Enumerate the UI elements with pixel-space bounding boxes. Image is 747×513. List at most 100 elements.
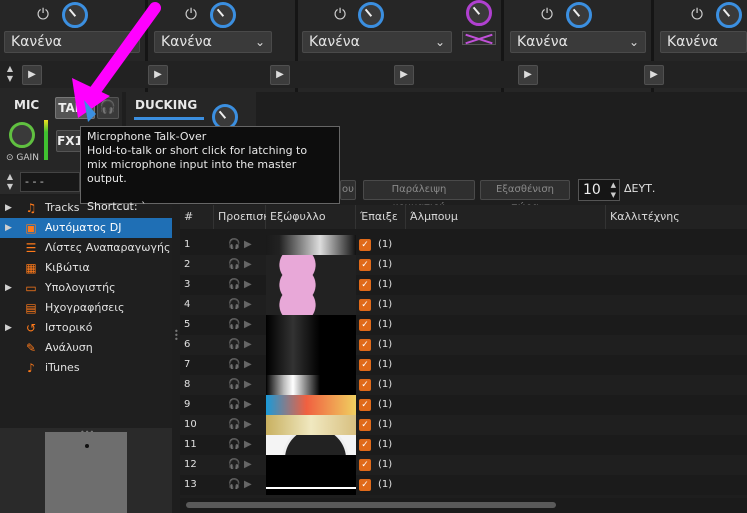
sidebar-item[interactable]: ♪ iTunes: [0, 358, 172, 378]
played-checkbox[interactable]: ✓: [359, 479, 371, 491]
preview-headphones-icon[interactable]: 🎧: [228, 275, 240, 295]
preview-play-icon[interactable]: ▶: [244, 415, 252, 435]
table-row[interactable]: 12 🎧 ▶ ✓ (1): [180, 455, 747, 475]
effect-knob[interactable]: [358, 2, 384, 28]
played-checkbox[interactable]: ✓: [359, 359, 371, 371]
expand-arrow-icon[interactable]: ▶: [5, 318, 12, 338]
fade-now-button[interactable]: Εξασθένιση τώρα: [480, 180, 570, 213]
effect-select[interactable]: Κανένα ⌄: [302, 31, 452, 53]
table-row[interactable]: 5 🎧 ▶ ✓ (1): [180, 315, 747, 335]
effect-select[interactable]: Κανένα: [660, 31, 747, 53]
table-row[interactable]: 8 🎧 ▶ ✓ (1): [180, 375, 747, 395]
table-row[interactable]: 1 🎧 ▶ ✓ (1): [180, 235, 747, 255]
add-to-queue-button[interactable]: ου: [340, 180, 356, 200]
skip-track-button[interactable]: Παράλειψη κομματιού: [363, 180, 475, 213]
preview-headphones-icon[interactable]: 🎧: [228, 295, 240, 315]
played-checkbox[interactable]: ✓: [359, 339, 371, 351]
preview-play-icon[interactable]: ▶: [244, 375, 252, 395]
preview-play-icon[interactable]: ▶: [244, 355, 252, 375]
fade-seconds-input[interactable]: 10 ▲ ▼: [578, 179, 620, 201]
effect-select[interactable]: Κανένα ⌄: [154, 31, 272, 53]
played-checkbox[interactable]: ✓: [359, 399, 371, 411]
disabled-indicator-icon[interactable]: [462, 31, 496, 45]
preview-play-icon[interactable]: ▶: [244, 235, 252, 255]
preview-headphones-icon[interactable]: 🎧: [228, 315, 240, 335]
played-checkbox[interactable]: ✓: [359, 419, 371, 431]
expand-arrow-icon[interactable]: ▶: [5, 278, 12, 298]
table-row[interactable]: 7 🎧 ▶ ✓ (1): [180, 355, 747, 375]
preview-headphones-icon[interactable]: 🎧: [228, 335, 240, 355]
preview-headphones-icon[interactable]: 🎧: [228, 475, 240, 495]
preview-play-icon[interactable]: ▶: [244, 395, 252, 415]
expand-arrow-icon[interactable]: ▶: [5, 218, 12, 238]
header-album[interactable]: Άλμπουμ: [406, 205, 606, 229]
play-button[interactable]: ▶: [22, 65, 42, 85]
play-button[interactable]: ▶: [644, 65, 664, 85]
row-number: 10: [184, 419, 197, 430]
table-row[interactable]: 10 🎧 ▶ ✓ (1): [180, 415, 747, 435]
sidebar-item[interactable]: ☰ Λίστες Αναπαραγωγής: [0, 238, 172, 258]
played-checkbox[interactable]: ✓: [359, 239, 371, 251]
preview-play-icon[interactable]: ▶: [244, 435, 252, 455]
table-row[interactable]: 13 🎧 ▶ ✓ (1): [180, 475, 747, 495]
played-checkbox[interactable]: ✓: [359, 459, 371, 471]
effect-knob[interactable]: [566, 2, 592, 28]
stepper-icon[interactable]: ▲ ▼: [3, 64, 17, 86]
stepper-icon[interactable]: ▲ ▼: [611, 180, 616, 200]
power-icon[interactable]: ⏻: [33, 4, 53, 24]
stepper-icon[interactable]: ▲ ▼: [3, 172, 17, 194]
sidebar-item[interactable]: ▤ Ηχογραφήσεις: [0, 298, 172, 318]
preview-play-icon[interactable]: ▶: [244, 275, 252, 295]
table-row[interactable]: 6 🎧 ▶ ✓ (1): [180, 335, 747, 355]
sidebar-item[interactable]: ▶ ▭ Υπολογιστής: [0, 278, 172, 298]
mix-knob[interactable]: [466, 0, 492, 26]
table-row[interactable]: 2 🎧 ▶ ✓ (1): [180, 255, 747, 275]
effect-select[interactable]: Κανένα ⌄: [510, 31, 646, 53]
played-checkbox[interactable]: ✓: [359, 299, 371, 311]
sidebar-item[interactable]: ▶ ▣ Αυτόματος DJ: [0, 218, 172, 238]
table-row[interactable]: 4 🎧 ▶ ✓ (1): [180, 295, 747, 315]
table-row[interactable]: 11 🎧 ▶ ✓ (1): [180, 435, 747, 455]
header-artist[interactable]: Καλλιτέχνης: [606, 205, 747, 229]
played-checkbox[interactable]: ✓: [359, 279, 371, 291]
preview-play-icon[interactable]: ▶: [244, 475, 252, 495]
played-checkbox[interactable]: ✓: [359, 259, 371, 271]
preview-headphones-icon[interactable]: 🎧: [228, 455, 240, 475]
search-input[interactable]: - - -: [20, 172, 80, 192]
table-row[interactable]: 3 🎧 ▶ ✓ (1): [180, 275, 747, 295]
splitter-handle-icon[interactable]: • • •: [174, 328, 179, 344]
preview-headphones-icon[interactable]: 🎧: [228, 355, 240, 375]
preview-headphones-icon[interactable]: 🎧: [228, 435, 240, 455]
play-button[interactable]: ▶: [394, 65, 414, 85]
sidebar-item[interactable]: ✎ Ανάλυση: [0, 338, 172, 358]
play-button[interactable]: ▶: [518, 65, 538, 85]
preview-headphones-icon[interactable]: 🎧: [228, 235, 240, 255]
table-row[interactable]: 9 🎧 ▶ ✓ (1): [180, 395, 747, 415]
power-icon[interactable]: ⏻: [537, 4, 557, 24]
played-checkbox[interactable]: ✓: [359, 319, 371, 331]
power-icon[interactable]: ⏻: [687, 4, 707, 24]
preview-play-icon[interactable]: ▶: [244, 295, 252, 315]
header-played[interactable]: Έπαιξε: [356, 205, 406, 229]
played-checkbox[interactable]: ✓: [359, 439, 371, 451]
preview-headphones-icon[interactable]: 🎧: [228, 255, 240, 275]
preview-play-icon[interactable]: ▶: [244, 455, 252, 475]
preview-headphones-icon[interactable]: 🎧: [228, 375, 240, 395]
sidebar-item[interactable]: ▶ ↺ Ιστορικό: [0, 318, 172, 338]
power-icon[interactable]: ⏻: [181, 4, 201, 24]
preview-play-icon[interactable]: ▶: [244, 255, 252, 275]
preview-play-icon[interactable]: ▶: [244, 315, 252, 335]
effect-knob[interactable]: [210, 2, 236, 28]
horizontal-scrollbar[interactable]: [180, 498, 747, 513]
preview-play-icon[interactable]: ▶: [244, 335, 252, 355]
scrollbar-thumb[interactable]: [186, 502, 556, 508]
gain-knob[interactable]: [9, 122, 35, 148]
power-icon[interactable]: ⏻: [330, 4, 350, 24]
effect-knob[interactable]: [716, 2, 742, 28]
preview-headphones-icon[interactable]: 🎧: [228, 395, 240, 415]
play-button[interactable]: ▶: [270, 65, 290, 85]
sidebar-item[interactable]: ▦ Κιβώτια: [0, 258, 172, 278]
expand-arrow-icon[interactable]: ▶: [5, 198, 12, 218]
played-checkbox[interactable]: ✓: [359, 379, 371, 391]
preview-headphones-icon[interactable]: 🎧: [228, 415, 240, 435]
